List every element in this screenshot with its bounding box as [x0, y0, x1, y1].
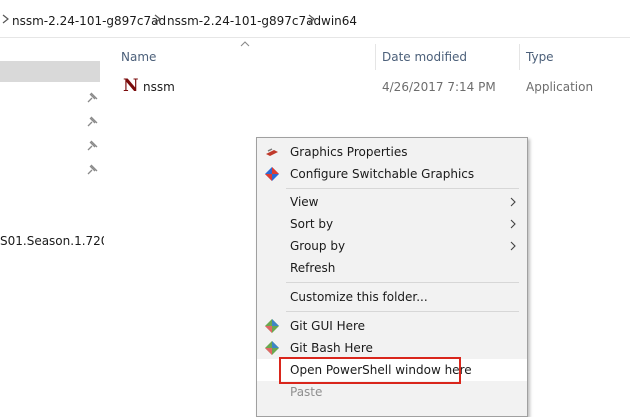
submenu-arrow-icon	[510, 197, 516, 207]
menu-item-graphics-properties[interactable]: Graphics Properties	[257, 141, 527, 163]
menu-separator	[286, 188, 519, 189]
menu-item-view[interactable]: View	[257, 191, 527, 213]
nav-item-selected[interactable]	[0, 61, 100, 82]
git-icon	[265, 319, 279, 333]
git-icon	[265, 341, 279, 355]
submenu-arrow-icon	[510, 241, 516, 251]
menu-item-refresh[interactable]: Refresh	[257, 257, 527, 279]
menu-item-paste[interactable]: Paste	[257, 381, 527, 403]
nav-item[interactable]: S01.Season.1.720p.	[0, 234, 104, 248]
sort-ascending-icon	[240, 41, 250, 47]
file-name[interactable]: nssm	[143, 80, 175, 94]
column-header-date-modified[interactable]: Date modified	[382, 50, 467, 64]
column-divider[interactable]	[519, 44, 520, 70]
menu-item-open-powershell-here[interactable]: Open PowerShell window here	[257, 359, 527, 381]
nssm-app-icon: N	[123, 76, 139, 96]
menu-item-configure-switchable-graphics[interactable]: Configure Switchable Graphics	[257, 163, 527, 185]
column-header-name[interactable]: Name	[121, 50, 156, 64]
column-header-type[interactable]: Type	[526, 50, 554, 64]
switchable-graphics-icon	[265, 167, 279, 181]
breadcrumb-item[interactable]: nssm-2.24-101-g897c7ad	[12, 14, 166, 28]
menu-item-sort-by[interactable]: Sort by	[257, 213, 527, 235]
menu-item-git-gui-here[interactable]: Git GUI Here	[257, 315, 527, 337]
submenu-arrow-icon	[510, 219, 516, 229]
menu-item-git-bash-here[interactable]: Git Bash Here	[257, 337, 527, 359]
column-divider[interactable]	[375, 44, 376, 70]
file-type: Application	[526, 80, 594, 94]
address-bar[interactable]: nssm-2.24-101-g897c7ad nssm-2.24-101-g89…	[0, 0, 630, 38]
breadcrumb-item[interactable]: nssm-2.24-101-g897c7ad	[167, 14, 321, 28]
chevron-right-icon[interactable]	[152, 12, 164, 26]
menu-separator	[286, 282, 519, 283]
file-date-modified: 4/26/2017 7:14 PM	[382, 80, 496, 94]
pin-icon[interactable]	[86, 140, 98, 152]
menu-separator	[286, 311, 519, 312]
graphics-properties-icon	[266, 148, 278, 156]
pin-icon[interactable]	[86, 92, 98, 104]
breadcrumb-item[interactable]: win64	[321, 14, 357, 28]
chevron-right-icon[interactable]	[0, 12, 12, 26]
chevron-right-icon[interactable]	[306, 12, 318, 26]
pin-icon[interactable]	[86, 164, 98, 176]
menu-item-customize-folder[interactable]: Customize this folder...	[257, 286, 527, 308]
menu-item-group-by[interactable]: Group by	[257, 235, 527, 257]
pin-icon[interactable]	[86, 116, 98, 128]
context-menu: Graphics Properties Configure Switchable…	[256, 137, 528, 417]
